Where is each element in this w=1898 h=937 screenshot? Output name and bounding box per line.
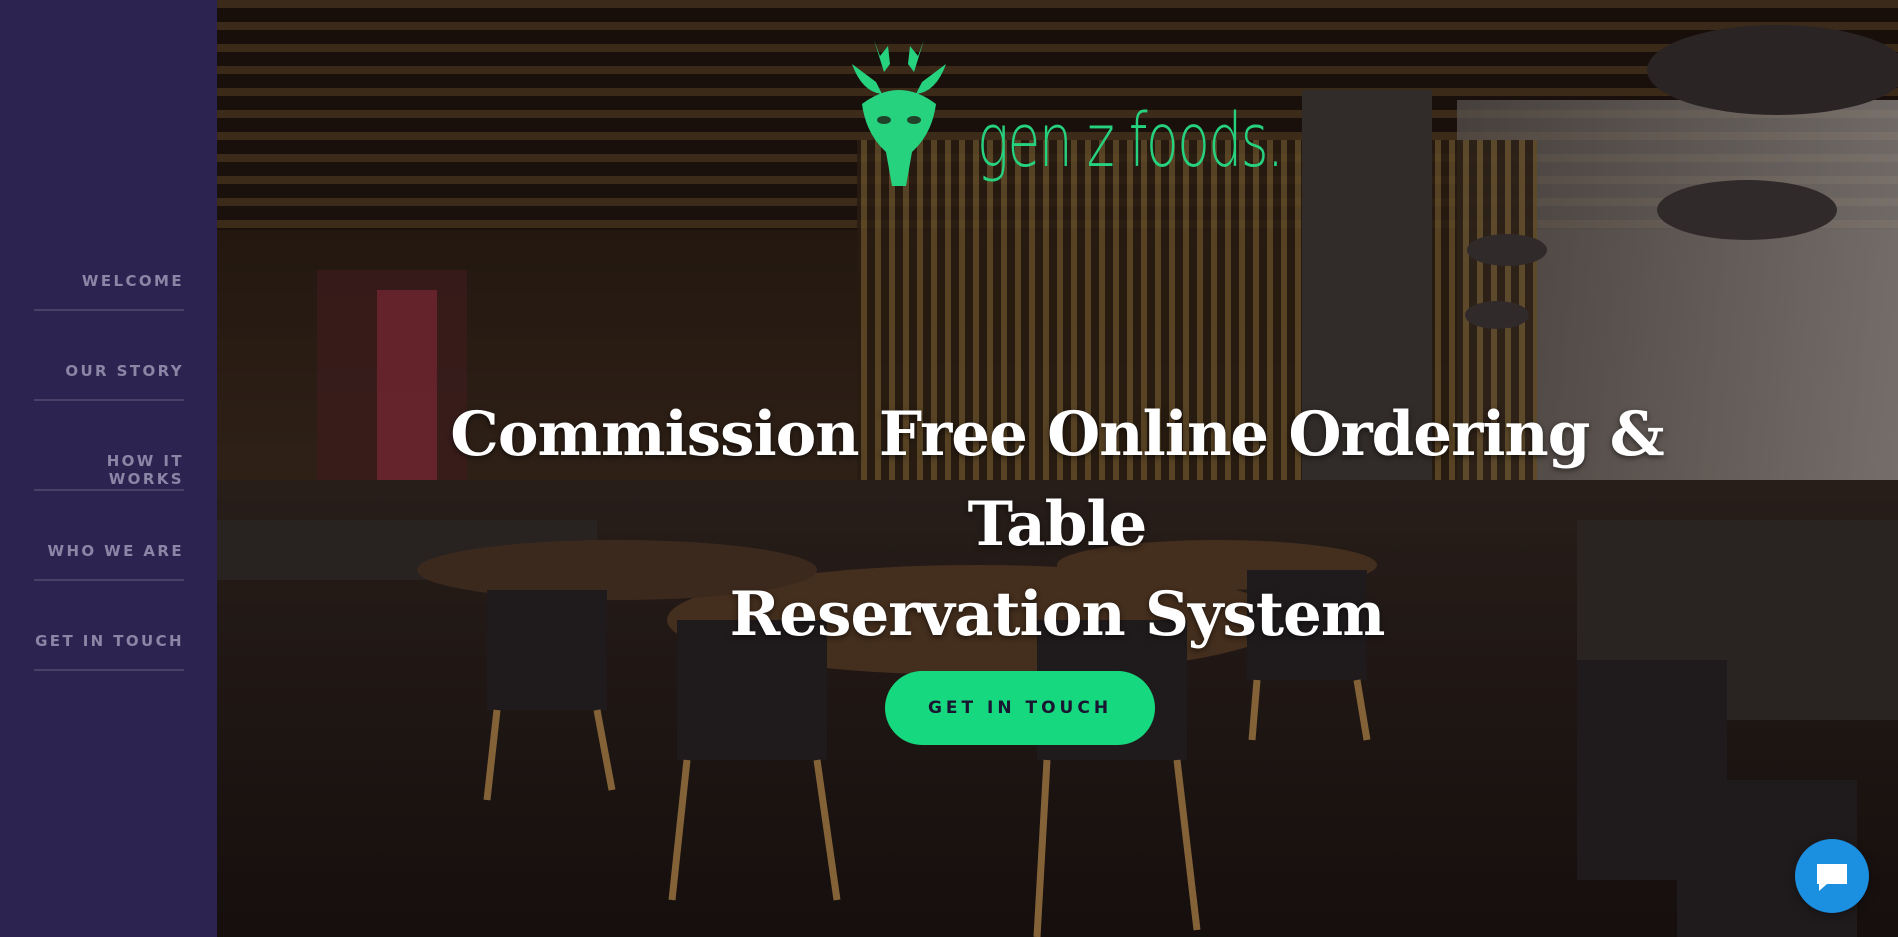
nav-divider: [34, 489, 184, 491]
sidebar-nav: WELCOME OUR STORY HOW IT WORKS WHO WE AR…: [0, 0, 217, 937]
get-in-touch-button[interactable]: GET IN TOUCH: [885, 671, 1155, 745]
headline-line-2: Reservation System: [729, 579, 1386, 650]
hero-section: gen z foods. Commission Free Online Orde…: [217, 0, 1898, 937]
nav-label: OUR STORY: [65, 362, 184, 380]
main-navigation: WELCOME OUR STORY HOW IT WORKS WHO WE AR…: [34, 262, 184, 712]
nav-divider: [34, 579, 184, 581]
nav-label: HOW IT WORKS: [106, 452, 184, 488]
brand-name: gen z foods.: [977, 98, 1284, 184]
brand-logo[interactable]: gen z foods.: [834, 34, 1304, 194]
nav-item-our-story[interactable]: OUR STORY: [34, 352, 184, 442]
nav-item-who-we-are[interactable]: WHO WE ARE: [34, 532, 184, 622]
nav-label: GET IN TOUCH: [35, 632, 184, 650]
deer-head-logo-icon: [852, 40, 946, 186]
chat-widget-button[interactable]: [1795, 839, 1869, 913]
chat-bubble-icon: [1817, 864, 1847, 891]
nav-item-how-it-works[interactable]: HOW IT WORKS: [34, 442, 184, 532]
nav-label: WELCOME: [81, 272, 184, 290]
hero-headline: Commission Free Online Ordering & Table …: [397, 390, 1717, 660]
nav-divider: [34, 669, 184, 671]
nav-divider: [34, 309, 184, 311]
nav-item-get-in-touch[interactable]: GET IN TOUCH: [34, 622, 184, 712]
nav-divider: [34, 399, 184, 401]
headline-line-1: Commission Free Online Ordering & Table: [450, 399, 1664, 560]
nav-item-welcome[interactable]: WELCOME: [34, 262, 184, 352]
nav-label: WHO WE ARE: [47, 542, 184, 560]
